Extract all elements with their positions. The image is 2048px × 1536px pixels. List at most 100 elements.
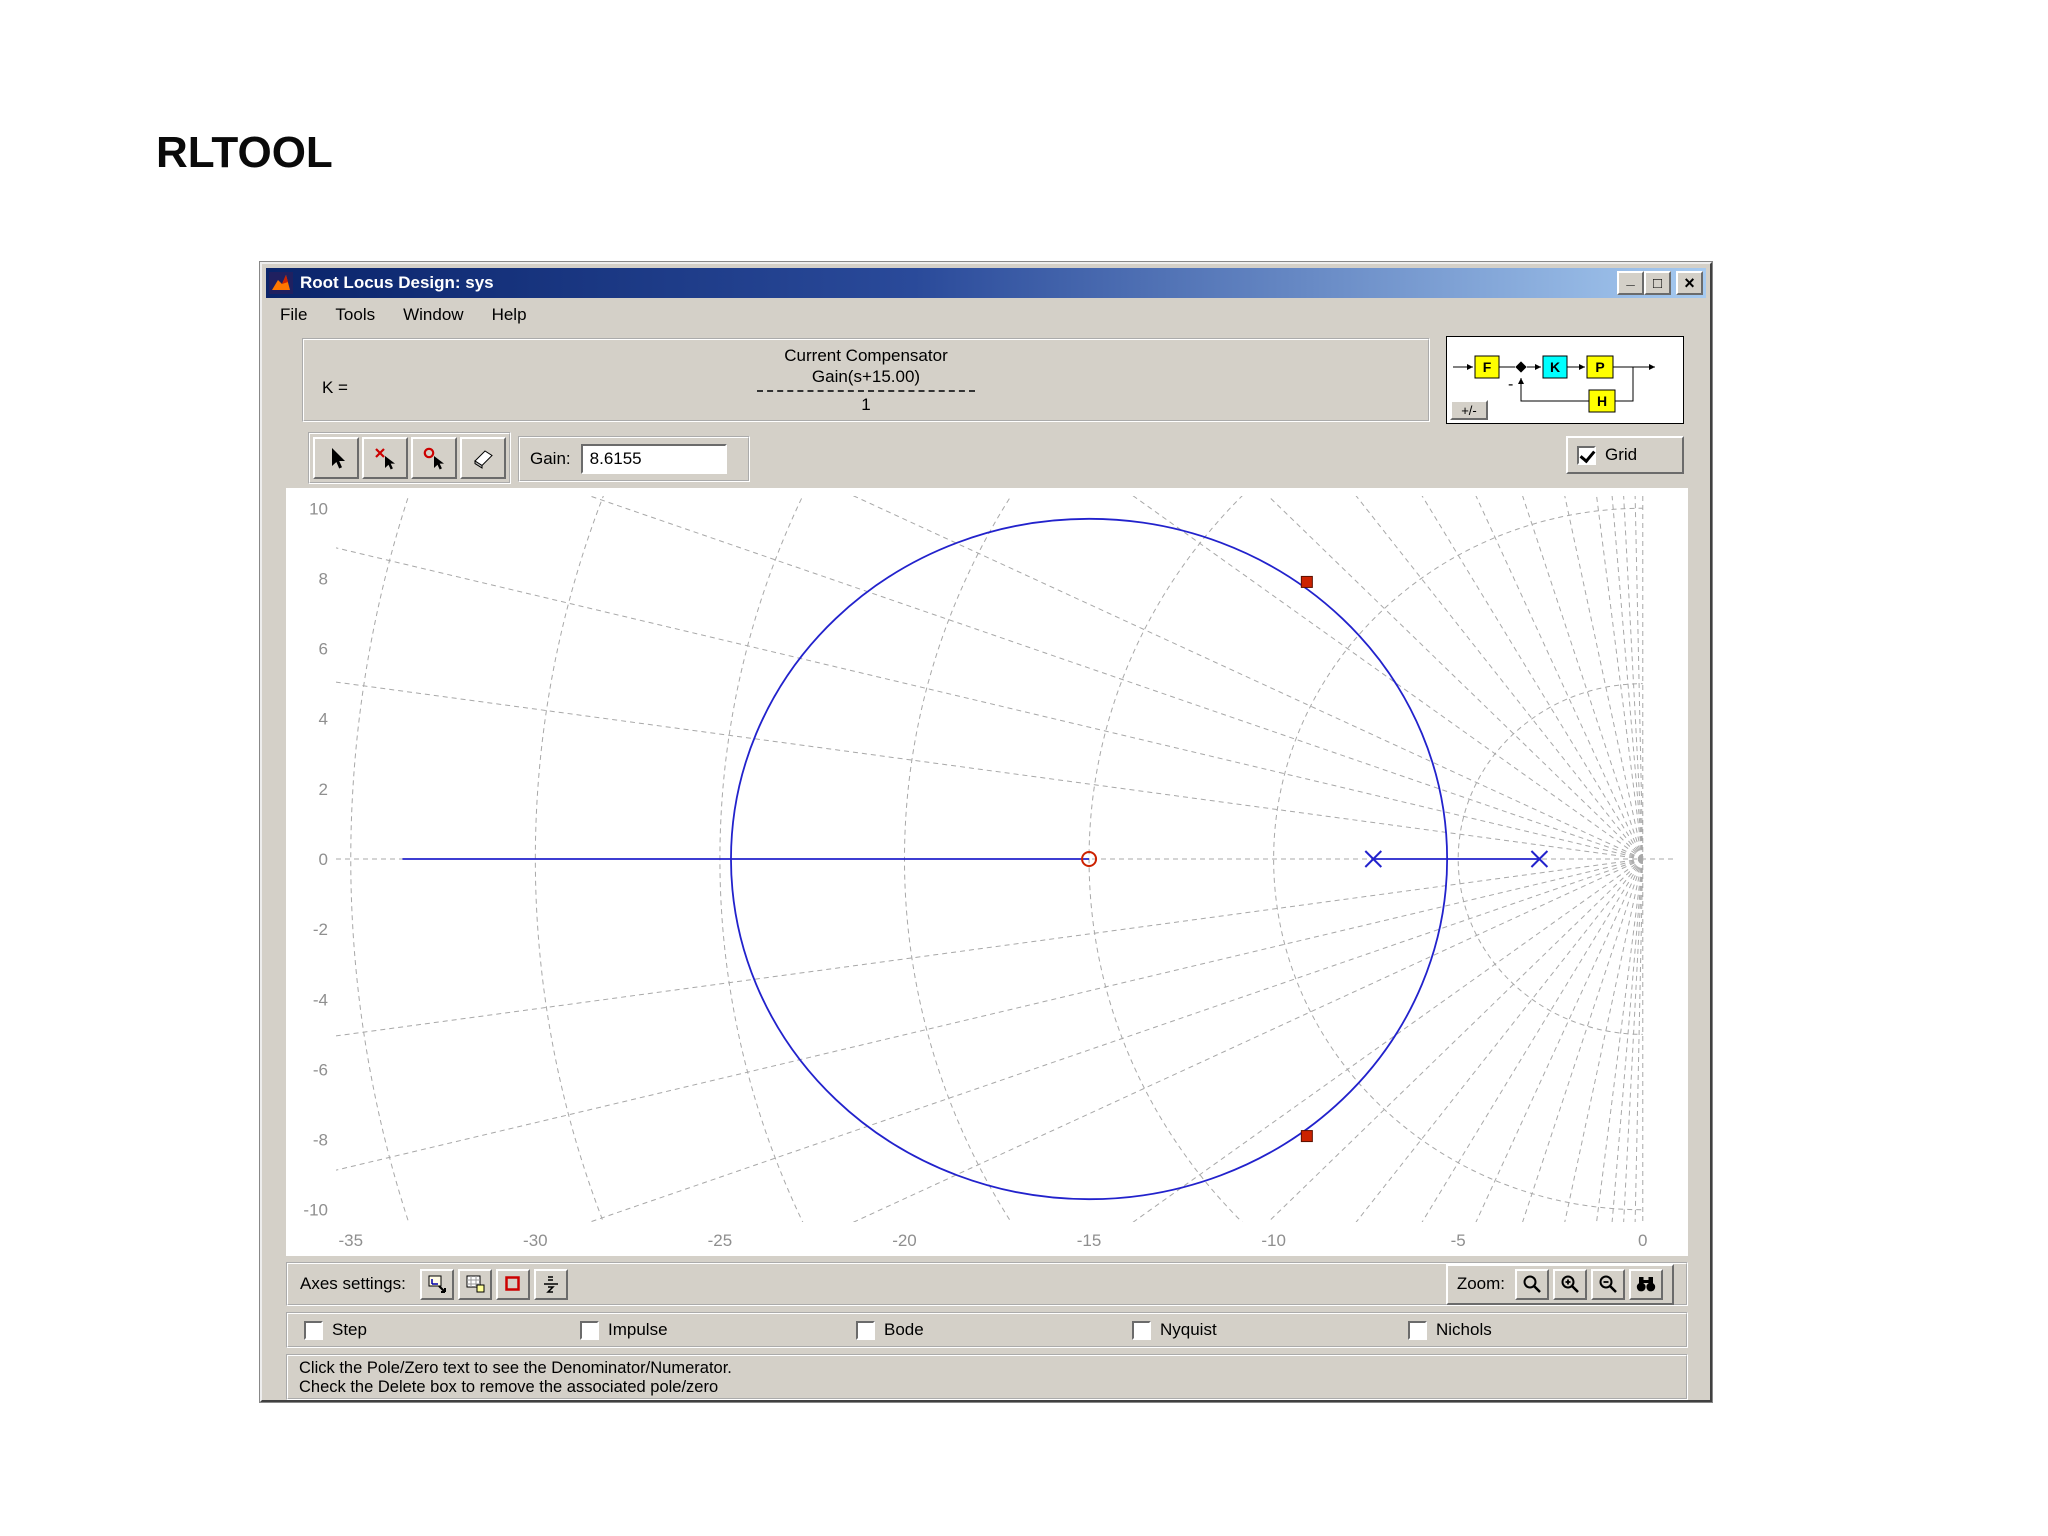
axes-limits-button[interactable]	[420, 1269, 454, 1300]
nichols-label: Nichols	[1436, 1320, 1492, 1340]
y-tick-label: -8	[313, 1131, 328, 1150]
close-button[interactable]: ×	[1676, 271, 1703, 295]
zoom-in-button[interactable]	[1553, 1269, 1587, 1300]
closed-loop-pole-handle[interactable]	[1301, 576, 1312, 587]
matlab-app-icon	[269, 272, 293, 294]
root-locus-plot[interactable]: -35-30-25-20-15-10-501086420-2-4-6-8-10	[286, 488, 1688, 1256]
compensator-equation: Current Compensator Gain(s+15.00) 1	[757, 345, 975, 415]
binoculars-icon	[1634, 1273, 1658, 1295]
compensator-denominator[interactable]: 1	[757, 394, 975, 415]
menu-help[interactable]: Help	[478, 301, 541, 329]
response-cell-step: Step	[288, 1320, 564, 1340]
x-tick-label: -5	[1451, 1231, 1466, 1250]
menu-window[interactable]: Window	[389, 301, 477, 329]
axes-grid-icon	[464, 1273, 486, 1295]
block-K-label: K	[1550, 359, 1560, 375]
rltool-window: Root Locus Design: sys _ □ × File Tools …	[260, 262, 1712, 1402]
menu-tools[interactable]: Tools	[321, 301, 389, 329]
close-icon: ×	[1684, 274, 1695, 292]
x-tick-label: -20	[892, 1231, 917, 1250]
y-tick-label: 0	[319, 850, 328, 869]
z-transform-icon	[540, 1273, 562, 1295]
x-tick-label: -10	[1261, 1231, 1286, 1250]
add-pole-icon	[372, 445, 398, 471]
menu-file[interactable]: File	[266, 301, 321, 329]
edit-tools-group	[308, 432, 511, 484]
impulse-label: Impulse	[608, 1320, 668, 1340]
zoom-label: Zoom:	[1457, 1274, 1505, 1294]
gain-label: Gain:	[530, 449, 571, 469]
magnifier-plus-icon	[1559, 1273, 1581, 1295]
y-tick-label: 10	[309, 499, 328, 518]
y-tick-label: -4	[313, 990, 328, 1009]
bode-checkbox[interactable]	[856, 1321, 875, 1340]
step-label: Step	[332, 1320, 367, 1340]
add-pole-tool-button[interactable]	[362, 437, 408, 479]
discrete-mapping-button[interactable]	[534, 1269, 568, 1300]
gain-group: Gain:	[518, 436, 750, 482]
window-titlebar[interactable]: Root Locus Design: sys _ □ ×	[266, 268, 1706, 298]
zoom-group: Zoom:	[1446, 1264, 1674, 1305]
zoom-out-button[interactable]	[1591, 1269, 1625, 1300]
menu-bar: File Tools Window Help	[266, 300, 1706, 330]
axes-limits-icon	[426, 1273, 448, 1295]
red-square-icon	[502, 1273, 524, 1295]
step-checkbox[interactable]	[304, 1321, 323, 1340]
erase-tool-button[interactable]	[460, 437, 506, 479]
sum-junction	[1515, 361, 1526, 372]
feedback-wire	[1521, 378, 1589, 401]
grid-checkbox[interactable]	[1577, 446, 1596, 465]
minus-sign: -	[1508, 376, 1513, 393]
status-line-2: Check the Delete box to remove the assoc…	[299, 1378, 1675, 1397]
grid-label: Grid	[1605, 445, 1637, 465]
y-tick-label: 8	[319, 569, 328, 588]
nyquist-checkbox[interactable]	[1132, 1321, 1151, 1340]
y-tick-label: -10	[303, 1201, 328, 1220]
constraint-region-button[interactable]	[496, 1269, 530, 1300]
block-H-label: H	[1597, 393, 1607, 409]
plus-minus-button[interactable]: +/-	[1450, 400, 1488, 420]
plot-background	[286, 488, 1688, 1256]
y-tick-label: 4	[319, 710, 328, 729]
feedback-wire	[1615, 367, 1633, 401]
status-box: Click the Pole/Zero text to see the Deno…	[286, 1354, 1688, 1400]
impulse-checkbox[interactable]	[580, 1321, 599, 1340]
minimize-icon: _	[1626, 272, 1634, 287]
bode-label: Bode	[884, 1320, 924, 1340]
response-cell-impulse: Impulse	[564, 1320, 840, 1340]
x-tick-label: -25	[708, 1231, 733, 1250]
pointer-tool-button[interactable]	[313, 437, 359, 479]
k-equals-label: K =	[322, 378, 348, 398]
minimize-button[interactable]: _	[1617, 271, 1644, 295]
compensator-numerator[interactable]: Gain(s+15.00)	[757, 366, 975, 387]
add-zero-tool-button[interactable]	[411, 437, 457, 479]
fraction-bar	[757, 390, 975, 392]
response-plots-bar: Step Impulse Bode Nyquist Nichols	[286, 1312, 1688, 1348]
x-tick-label: -35	[338, 1231, 363, 1250]
axes-grid-button[interactable]	[458, 1269, 492, 1300]
nichols-checkbox[interactable]	[1408, 1321, 1427, 1340]
block-diagram-panel: F K P H - +/-	[1446, 336, 1684, 424]
add-zero-icon	[421, 445, 447, 471]
y-tick-label: -2	[313, 920, 328, 939]
x-tick-label: -30	[523, 1231, 548, 1250]
pointer-icon	[323, 445, 349, 471]
magnifier-minus-icon	[1597, 1273, 1619, 1295]
status-line-1: Click the Pole/Zero text to see the Deno…	[299, 1359, 1675, 1378]
axes-settings-label: Axes settings:	[300, 1274, 406, 1294]
compensator-title: Current Compensator	[757, 345, 975, 366]
response-cell-nyquist: Nyquist	[1116, 1320, 1392, 1340]
page-title: RLTOOL	[156, 128, 333, 178]
block-P-label: P	[1595, 359, 1604, 375]
maximize-button[interactable]: □	[1644, 271, 1671, 295]
gain-input[interactable]	[581, 444, 727, 474]
grid-toggle-panel: Grid	[1566, 436, 1684, 474]
magnifier-icon	[1521, 1273, 1543, 1295]
zoom-xy-button[interactable]	[1515, 1269, 1549, 1300]
plot-area: -35-30-25-20-15-10-501086420-2-4-6-8-10	[286, 488, 1688, 1256]
full-view-button[interactable]	[1629, 1269, 1663, 1300]
y-tick-label: 6	[319, 640, 328, 659]
closed-loop-pole-handle[interactable]	[1301, 1131, 1312, 1142]
nyquist-label: Nyquist	[1160, 1320, 1217, 1340]
y-tick-label: 2	[319, 780, 328, 799]
